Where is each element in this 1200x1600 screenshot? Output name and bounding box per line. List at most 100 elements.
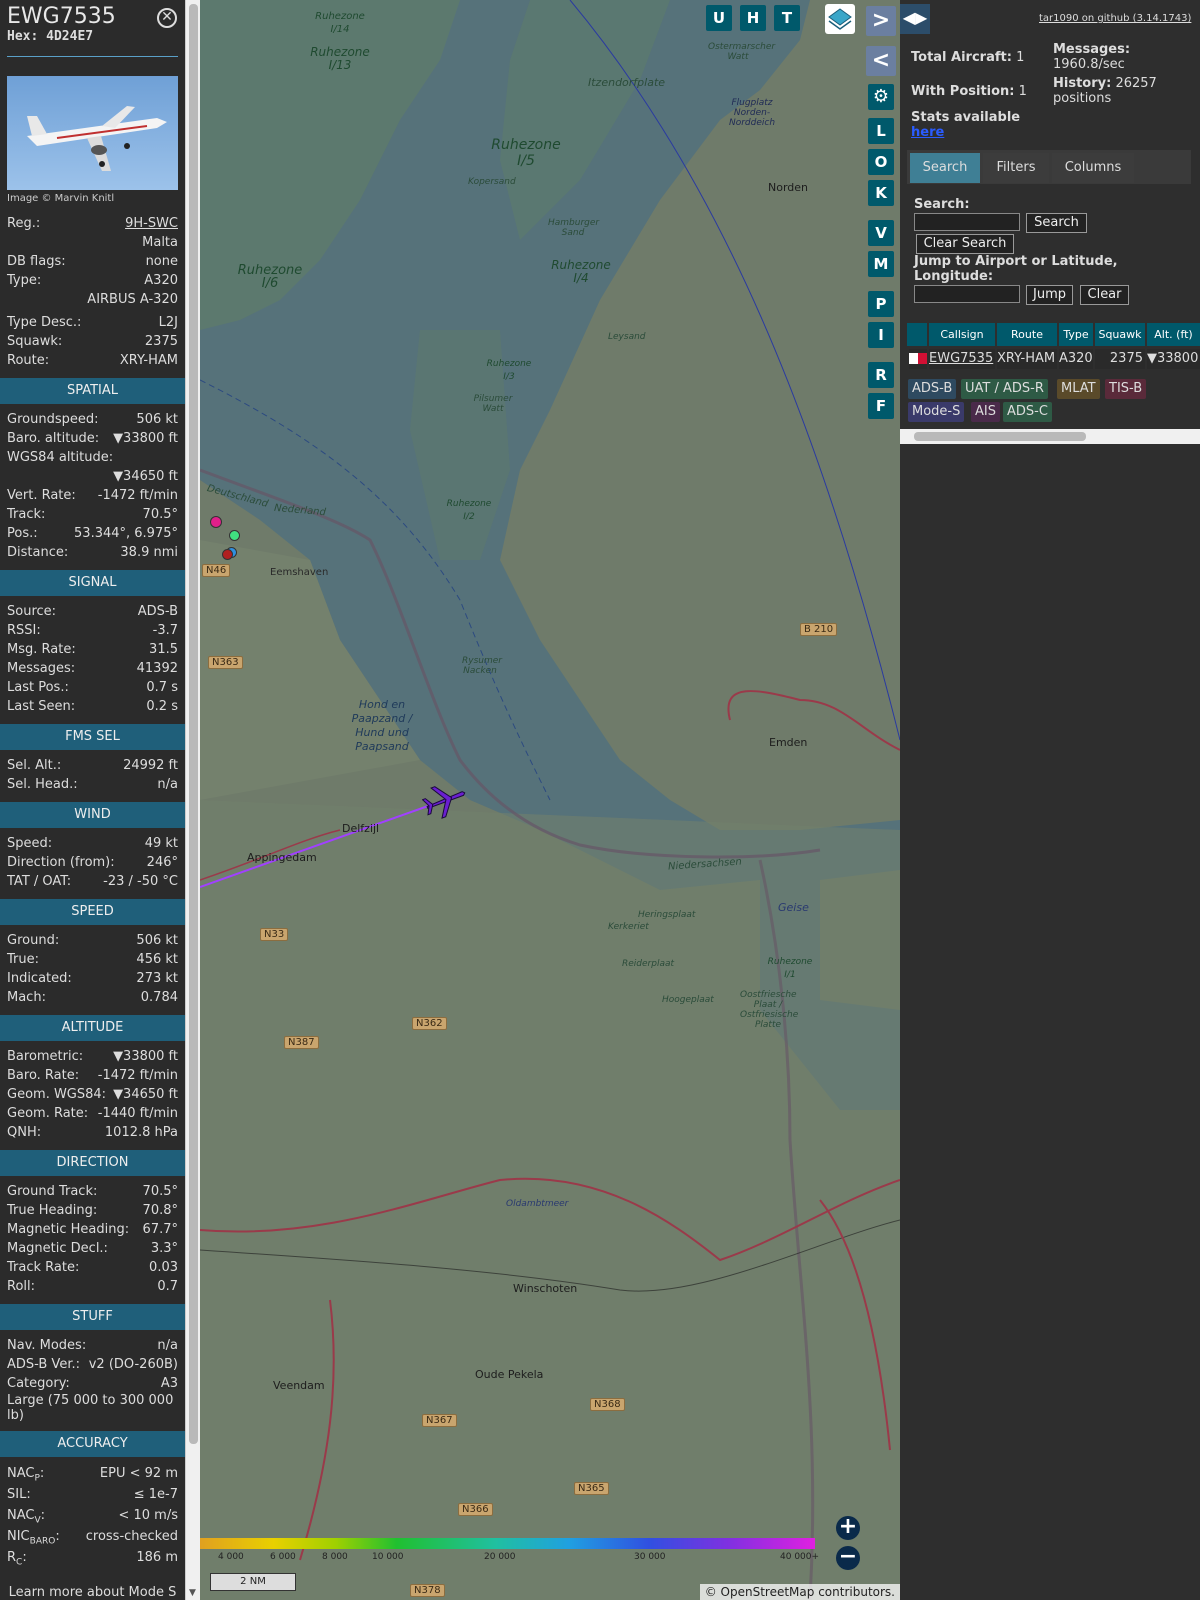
scroll-down-icon[interactable]: ▼ xyxy=(189,1588,196,1598)
direction-label[interactable]: Track Rate: xyxy=(7,1258,79,1277)
colorbar-label: 4 000 xyxy=(218,1552,244,1562)
spatial-label[interactable]: Baro. altitude: xyxy=(7,429,99,448)
ais-marker[interactable] xyxy=(222,549,233,560)
stuff-label[interactable]: Nav. Modes: xyxy=(7,1336,86,1355)
clear-jump-button[interactable]: Clear xyxy=(1080,285,1129,305)
map-button-u[interactable]: U xyxy=(706,5,732,31)
hscroll-thumb[interactable] xyxy=(914,432,1086,441)
speed-label[interactable]: Mach: xyxy=(7,988,46,1007)
direction-label[interactable]: Ground Track: xyxy=(7,1182,97,1201)
speed-label[interactable]: True: xyxy=(7,950,39,969)
fms-label[interactable]: Sel. Alt.: xyxy=(7,756,61,775)
spatial-label[interactable]: Groundspeed: xyxy=(7,410,98,429)
accuracy-label[interactable]: NICBARO: xyxy=(7,1526,60,1547)
wind-label[interactable]: Direction (from): xyxy=(7,853,115,872)
spatial-label[interactable]: Pos.: xyxy=(7,524,38,543)
accuracy-label[interactable]: NACP: xyxy=(7,1463,44,1484)
tab-search[interactable]: Search xyxy=(910,153,980,183)
sidebar-scrollbar[interactable]: ▼ xyxy=(185,0,200,1600)
section-signal: SIGNAL xyxy=(0,570,185,596)
jump-input[interactable] xyxy=(914,285,1020,303)
cell-callsign[interactable]: EWG7535 xyxy=(929,349,995,369)
accuracy-row: NACV: < 10 m/s xyxy=(0,1505,185,1526)
map-button-i[interactable]: I xyxy=(868,322,894,348)
close-icon[interactable]: ✕ xyxy=(157,8,177,28)
direction-row: True Heading: 70.8° xyxy=(0,1201,185,1220)
signal-label[interactable]: RSSI: xyxy=(7,621,41,640)
table-header-callsign[interactable]: Callsign xyxy=(929,323,995,346)
place-label: Veendam xyxy=(273,1379,325,1392)
speed-label[interactable]: Indicated: xyxy=(7,969,72,988)
table-header-type[interactable]: Type xyxy=(1059,323,1093,346)
altitude-label[interactable]: Baro. Rate: xyxy=(7,1066,79,1085)
signal-label[interactable]: Last Seen: xyxy=(7,697,75,716)
map-button-h[interactable]: H xyxy=(740,5,766,31)
layers-button[interactable] xyxy=(825,4,855,34)
table-header-squawk[interactable]: Squawk xyxy=(1095,323,1145,346)
map-button-o[interactable]: O xyxy=(868,149,894,175)
accuracy-label[interactable]: SIL: xyxy=(7,1484,31,1505)
aircraft-photo[interactable] xyxy=(7,76,178,190)
altitude-label[interactable]: QNH: xyxy=(7,1123,41,1142)
stats-link[interactable]: here xyxy=(911,125,944,140)
stuff-label[interactable]: Category: xyxy=(7,1374,70,1393)
speed-label[interactable]: Ground: xyxy=(7,931,59,950)
wind-label[interactable]: Speed: xyxy=(7,834,52,853)
map-button-l[interactable]: L xyxy=(868,118,894,144)
search-input[interactable] xyxy=(914,213,1020,231)
direction-label[interactable]: Magnetic Heading: xyxy=(7,1220,129,1239)
direction-label[interactable]: True Heading: xyxy=(7,1201,97,1220)
toggle-layout-icon[interactable]: ◀▶ xyxy=(900,4,930,34)
zoom-out-icon[interactable]: − xyxy=(836,1546,860,1570)
altitude-label[interactable]: Geom. WGS84: xyxy=(7,1085,106,1104)
expand-right-icon[interactable]: > xyxy=(866,6,896,36)
table-horizontal-scrollbar[interactable] xyxy=(900,429,1200,444)
map-button-t[interactable]: T xyxy=(774,5,800,31)
map-button-m[interactable]: M xyxy=(868,251,894,277)
wind-row: Direction (from): 246° xyxy=(0,853,185,872)
accuracy-label[interactable]: NACV: xyxy=(7,1505,45,1526)
road-label: N368 xyxy=(590,1398,625,1411)
tab-columns[interactable]: Columns xyxy=(1052,153,1134,183)
reg-link[interactable]: 9H-SWC xyxy=(125,214,178,233)
search-button[interactable]: Search xyxy=(1026,213,1087,233)
spatial-label[interactable]: Distance: xyxy=(7,543,68,562)
spatial-label[interactable]: WGS84 altitude: xyxy=(7,448,113,467)
wind-label[interactable]: TAT / OAT: xyxy=(7,872,71,891)
tab-filters[interactable]: Filters xyxy=(983,153,1049,183)
map-button-p[interactable]: P xyxy=(868,291,894,317)
colorbar-label: 10 000 xyxy=(372,1552,404,1562)
accuracy-label[interactable]: RC: xyxy=(7,1547,27,1568)
map-view[interactable]: Norden Emden Delfzijl Appingedam Eemshav… xyxy=(200,0,900,1600)
signal-label[interactable]: Messages: xyxy=(7,659,75,678)
zoom-in-icon[interactable]: + xyxy=(836,1516,860,1540)
settings-gear-icon[interactable]: ⚙ xyxy=(868,84,894,110)
collapse-left-icon[interactable]: < xyxy=(866,46,896,76)
table-header-route[interactable]: Route xyxy=(997,323,1057,346)
clear-search-button[interactable]: Clear Search xyxy=(916,234,1014,254)
spatial-label[interactable]: Vert. Rate: xyxy=(7,486,76,505)
spatial-row: ▼34650 ft xyxy=(0,467,185,486)
direction-label[interactable]: Roll: xyxy=(7,1277,35,1296)
signal-label[interactable]: Msg. Rate: xyxy=(7,640,76,659)
map-button-k[interactable]: K xyxy=(868,180,894,206)
scrollbar-thumb[interactable] xyxy=(189,4,198,1444)
table-header-alt[interactable]: Alt. (ft) xyxy=(1147,323,1200,346)
aircraft-marker-icon[interactable] xyxy=(422,780,468,820)
map-button-r[interactable]: R xyxy=(868,362,894,388)
direction-label[interactable]: Magnetic Decl.: xyxy=(7,1239,108,1258)
map-button-v[interactable]: V xyxy=(868,220,894,246)
version-link[interactable]: tar1090 on github (3.14.1743) xyxy=(1039,13,1191,24)
ais-marker[interactable] xyxy=(210,516,222,528)
stuff-label[interactable]: ADS-B Ver.: xyxy=(7,1355,80,1374)
ais-marker[interactable] xyxy=(229,530,240,541)
jump-button[interactable]: Jump xyxy=(1026,285,1073,305)
map-button-f[interactable]: F xyxy=(868,393,894,419)
altitude-label[interactable]: Barometric: xyxy=(7,1047,83,1066)
fms-label[interactable]: Sel. Head.: xyxy=(7,775,78,794)
spatial-label[interactable]: Track: xyxy=(7,505,45,524)
altitude-label[interactable]: Geom. Rate: xyxy=(7,1104,88,1123)
signal-label[interactable]: Last Pos.: xyxy=(7,678,69,697)
signal-label[interactable]: Source: xyxy=(7,602,56,621)
osm-link[interactable]: OpenStreetMap xyxy=(721,1585,815,1599)
